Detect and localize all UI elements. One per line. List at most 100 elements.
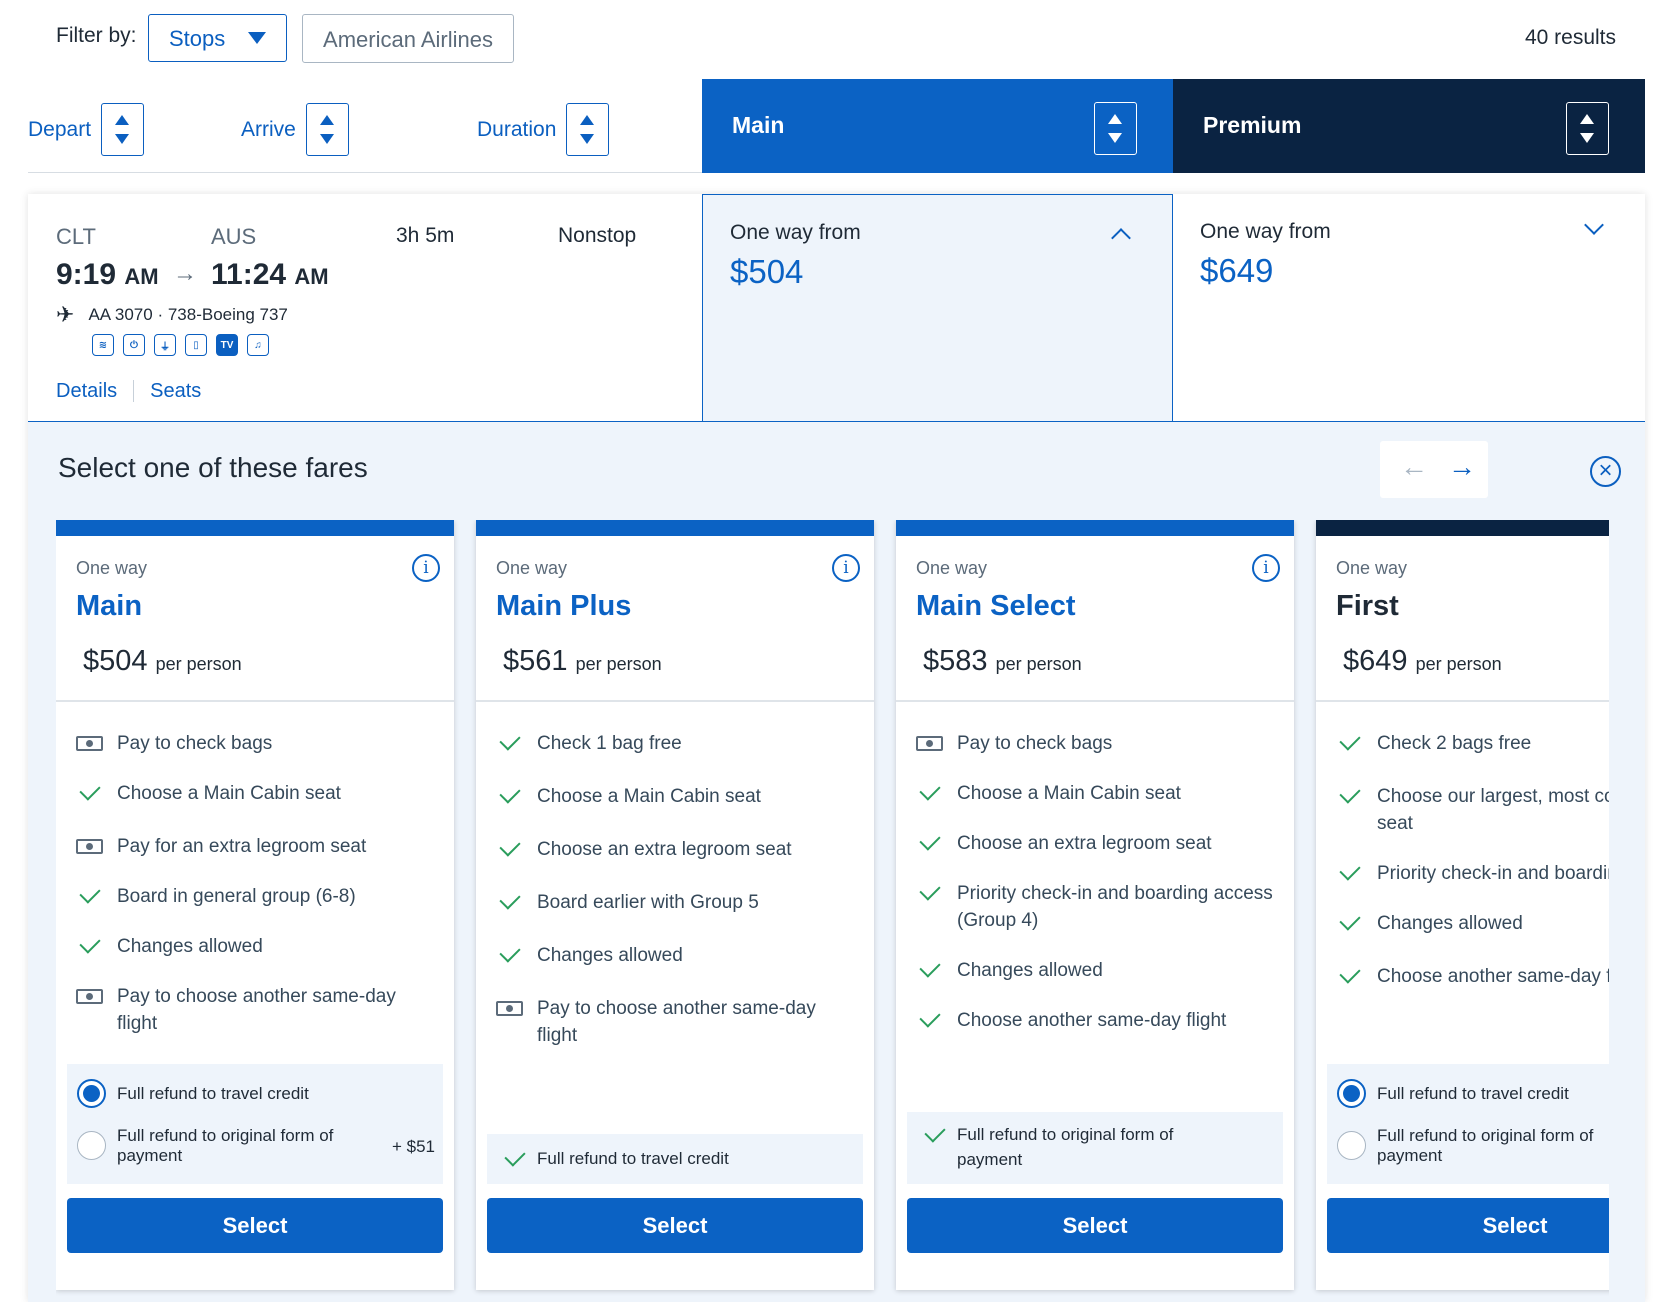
details-link[interactable]: Details: [56, 380, 117, 403]
seats-link[interactable]: Seats: [150, 380, 201, 403]
fare-price: $504: [83, 645, 148, 677]
cabin-tab-main[interactable]: Main: [702, 79, 1173, 173]
select-button[interactable]: Select: [487, 1198, 863, 1253]
check-icon: [919, 1006, 941, 1028]
cabin-tab-premium-label: Premium: [1203, 112, 1302, 138]
select-button[interactable]: Select: [1327, 1198, 1609, 1253]
sort-depart[interactable]: Depart: [28, 103, 145, 156]
stops-dropdown-value: Stops: [169, 26, 226, 51]
select-button[interactable]: Select: [67, 1198, 443, 1253]
radio-selected[interactable]: [77, 1079, 106, 1108]
refund-included-label: Full refund to original form of payment: [957, 1125, 1174, 1169]
refund-option-original-payment[interactable]: Full refund to original form of payment …: [67, 1126, 443, 1166]
check-icon: [499, 835, 521, 857]
flight-links: Details Seats: [56, 380, 201, 403]
fare-feature-text: Choose a Main Cabin seat: [957, 783, 1181, 804]
sort-premium-stepper[interactable]: [1566, 102, 1609, 155]
fare-feature: Changes allowed: [76, 932, 436, 960]
fare-cards: One way Main i $504 per person Pay to ch…: [56, 520, 1609, 1302]
fare-feature-text: Choose an extra legroom seat: [957, 833, 1212, 854]
check-icon: [1339, 782, 1361, 804]
info-icon[interactable]: i: [1252, 554, 1280, 582]
money-icon: [76, 839, 103, 854]
divider: [476, 700, 874, 702]
main-one-way-from: One way from: [730, 221, 861, 244]
airline-filter-chip[interactable]: American Airlines: [302, 14, 514, 63]
radio-unselected[interactable]: [77, 1131, 106, 1160]
fare-feature-text: Pay for an extra legroom seat: [117, 836, 367, 857]
per-person: per person: [155, 654, 242, 674]
fare-one-way: One way: [496, 558, 568, 578]
check-icon: [499, 888, 521, 910]
check-icon: [1339, 859, 1361, 881]
refund-included-row: Full refund to original form of payment: [907, 1121, 1283, 1172]
fare-one-way: One way: [76, 558, 148, 578]
phone-device-icon: ▯: [185, 334, 207, 356]
sort-up-icon: [115, 115, 130, 125]
fare-card-bar: [476, 520, 874, 536]
info-icon[interactable]: i: [832, 554, 860, 582]
fare-feature-text: Priority check-in and boarding access: [1377, 863, 1609, 884]
cabin-tab-premium[interactable]: Premium: [1173, 79, 1645, 173]
fare-feature-text: Choose another same-day flight: [957, 1010, 1227, 1031]
sort-depart-stepper[interactable]: [101, 103, 145, 156]
radio-unselected[interactable]: [1337, 1131, 1366, 1160]
radio-selected[interactable]: [1337, 1079, 1366, 1108]
fare-price-row: $561 per person: [503, 645, 662, 678]
check-icon: [1339, 729, 1361, 751]
refund-option-travel-credit[interactable]: Full refund to travel credit: [67, 1079, 443, 1108]
divider: [896, 700, 1294, 702]
refund-options: Full refund to travel credit Full refund…: [67, 1064, 443, 1184]
fare-feature-text: Changes allowed: [537, 945, 683, 966]
refund-option-original-payment[interactable]: Full refund to original form of payment: [1327, 1126, 1609, 1166]
sort-up-icon: [1108, 114, 1122, 124]
check-icon: [504, 1145, 526, 1167]
fare-feature-text: Pay to choose another same-day flight: [117, 986, 396, 1034]
fare-card-main-plus: One way Main Plus i $561 per person Chec…: [476, 520, 874, 1290]
fare-feature: Board in general group (6-8): [76, 882, 436, 910]
fare-feature-text: Pay to check bags: [117, 733, 273, 754]
sort-arrive[interactable]: Arrive: [241, 103, 349, 156]
check-icon: [499, 729, 521, 751]
info-icon[interactable]: i: [412, 554, 440, 582]
sort-main-stepper[interactable]: [1094, 102, 1137, 155]
fare-feature: Board earlier with Group 5: [496, 888, 856, 916]
close-icon[interactable]: ×: [1590, 456, 1621, 487]
chevron-up-icon[interactable]: [1111, 228, 1131, 248]
check-icon: [919, 879, 941, 901]
fare-feature: Check 1 bag free: [496, 729, 856, 757]
sort-up-icon: [1580, 114, 1594, 124]
refund-included-row: Full refund to travel credit: [487, 1145, 729, 1171]
refund-option-travel-credit[interactable]: Full refund to travel credit: [1327, 1079, 1609, 1108]
sort-arrive-stepper[interactable]: [305, 103, 349, 156]
check-icon: [79, 932, 101, 954]
fare-one-way: One way: [1336, 558, 1408, 578]
fare-feature-text: Choose an extra legroom seat: [537, 839, 792, 860]
filter-bar: Filter by: Stops American Airlines 40 re…: [0, 0, 1670, 76]
fare-price: $583: [923, 645, 988, 677]
premium-fare-summary[interactable]: One way from $649: [1173, 194, 1645, 422]
sort-duration[interactable]: Duration: [477, 103, 610, 156]
depart-ampm: AM: [124, 264, 159, 289]
stops-dropdown[interactable]: Stops: [148, 14, 287, 62]
arrow-right-icon[interactable]: →: [1448, 451, 1476, 483]
check-icon: [79, 779, 101, 801]
sort-down-icon: [580, 134, 595, 144]
wifi-icon: ≋: [92, 334, 114, 356]
select-button[interactable]: Select: [907, 1198, 1283, 1253]
fare-card-bar: [896, 520, 1294, 536]
arrive-time: 11:24 AM: [211, 258, 329, 292]
refund-option-label: Full refund to travel credit: [1377, 1084, 1569, 1103]
chevron-down-icon[interactable]: [1584, 215, 1604, 235]
fare-feature: Pay for an extra legroom seat: [76, 833, 436, 860]
sort-down-icon: [115, 134, 130, 144]
money-icon: [916, 736, 943, 751]
music-icon: ♫: [247, 334, 269, 356]
sort-down-icon: [1580, 133, 1594, 143]
sort-arrive-label: Arrive: [241, 117, 296, 141]
sort-duration-stepper[interactable]: [566, 103, 610, 156]
premium-price: $649: [1200, 252, 1274, 289]
arrow-left-icon[interactable]: ←: [1400, 451, 1428, 483]
tv-icon: TV: [216, 334, 238, 356]
main-fare-summary[interactable]: One way from $504: [702, 194, 1173, 422]
